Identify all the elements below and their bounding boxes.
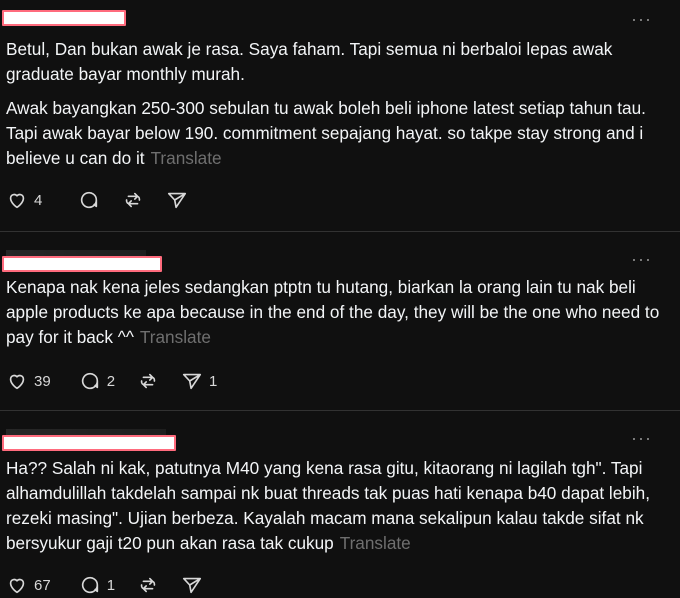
like-count: 4	[34, 191, 43, 209]
reply-button[interactable]	[78, 189, 100, 211]
like-count: 67	[34, 576, 51, 594]
reply-count: 1	[106, 576, 116, 594]
repost-icon	[140, 577, 156, 593]
heart-icon	[9, 193, 25, 209]
redacted-username	[2, 435, 176, 451]
repost-icon	[126, 192, 141, 208]
share-icon	[182, 577, 202, 594]
redacted-username	[2, 10, 126, 26]
post-text-body: Kenapa nak kena jeles sedangkan ptptn tu…	[6, 277, 660, 347]
comment-icon	[81, 372, 98, 390]
more-icon[interactable]: ···	[631, 250, 652, 268]
post-2: ··· Kenapa nak kena jeles sedangkan ptpt…	[0, 232, 680, 410]
post-text: Kenapa nak kena jeles sedangkan ptptn tu…	[6, 275, 666, 350]
action-bar: 67 1	[6, 573, 225, 597]
post-text: Awak bayangkan 250-300 sebulan tu awak b…	[6, 96, 666, 171]
reply-button[interactable]: 2	[79, 370, 115, 392]
repost-icon	[140, 373, 156, 389]
translate-link[interactable]: Translate	[340, 533, 411, 553]
post-text: Betul, Dan bukan awak je rasa. Saya faha…	[6, 39, 613, 84]
share-button[interactable]	[166, 189, 188, 211]
like-count: 39	[34, 372, 51, 390]
share-icon	[168, 192, 187, 209]
comment-icon	[81, 191, 98, 209]
post-1: ··· Betul, Dan bukan awak je rasa. Saya …	[0, 0, 680, 230]
like-button[interactable]: 39	[6, 370, 51, 392]
like-button[interactable]: 4	[6, 189, 42, 211]
share-icon	[182, 373, 202, 390]
share-count: 1	[209, 372, 218, 390]
comment-icon	[81, 576, 98, 594]
translate-link[interactable]: Translate	[151, 148, 222, 168]
more-icon[interactable]: ···	[631, 429, 652, 447]
repost-button[interactable]	[122, 189, 144, 211]
redacted-username	[2, 256, 162, 272]
repost-button[interactable]	[137, 574, 159, 596]
share-button[interactable]	[181, 574, 203, 596]
post-3: ··· Ha?? Salah ni kak, patutnya M40 yang…	[0, 411, 680, 598]
reply-count: 2	[106, 372, 116, 390]
heart-icon	[9, 374, 25, 390]
like-button[interactable]: 67	[6, 574, 51, 596]
repost-button[interactable]	[137, 370, 159, 392]
post-text-body: Ha?? Salah ni kak, patutnya M40 yang ken…	[6, 458, 651, 553]
action-bar: 39 2 1	[6, 369, 239, 393]
heart-icon	[9, 578, 25, 594]
more-icon[interactable]: ···	[631, 10, 652, 28]
share-button[interactable]: 1	[181, 370, 217, 392]
post-text-body: Awak bayangkan 250-300 sebulan tu awak b…	[6, 98, 646, 168]
post-text: Ha?? Salah ni kak, patutnya M40 yang ken…	[6, 456, 666, 556]
translate-link[interactable]: Translate	[140, 327, 211, 347]
action-bar: 4	[6, 188, 210, 212]
reply-button[interactable]: 1	[79, 574, 115, 596]
